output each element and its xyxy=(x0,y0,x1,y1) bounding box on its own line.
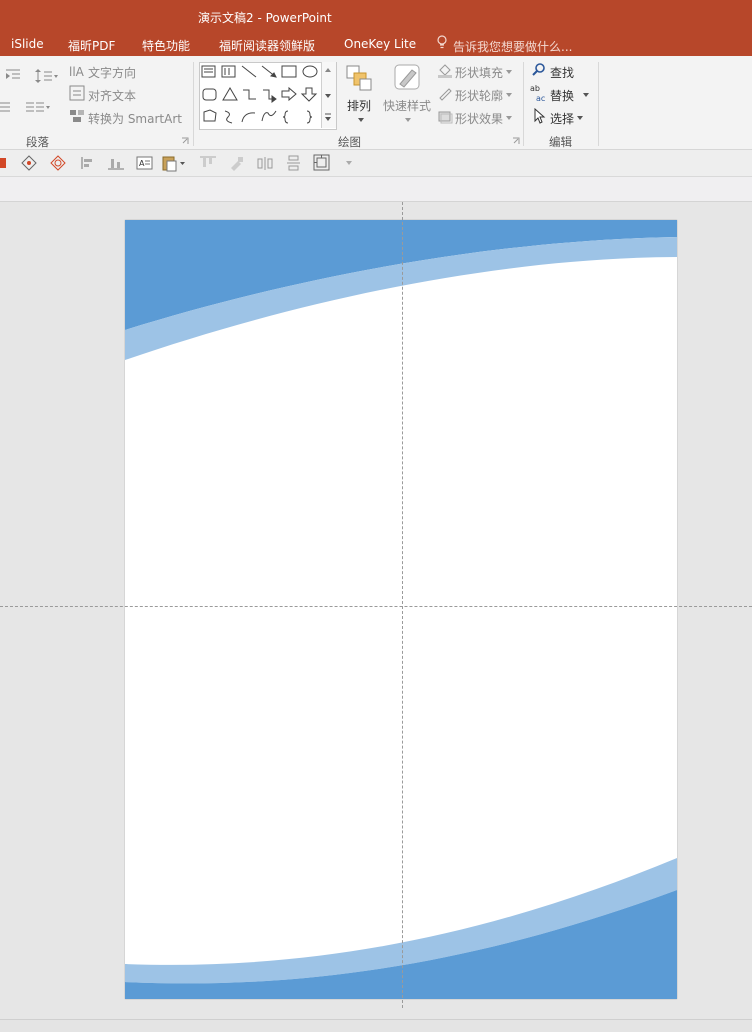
svg-text:A: A xyxy=(139,159,145,168)
color-icon[interactable] xyxy=(0,156,8,170)
shape-fill-dropdown-icon[interactable] xyxy=(505,69,513,75)
arrange-button[interactable]: 排列 xyxy=(347,97,371,114)
convert-smartart-button[interactable]: 转换为 SmartArt xyxy=(88,110,182,127)
line-spacing-icon[interactable] xyxy=(34,68,60,84)
justify-icon[interactable] xyxy=(0,100,12,116)
drawing-launcher-icon[interactable] xyxy=(512,137,520,145)
group-separator xyxy=(598,62,599,146)
tab-special-features[interactable]: 特色功能 xyxy=(142,37,190,54)
align-top-icon[interactable] xyxy=(199,155,217,171)
arrange-dropdown-icon[interactable] xyxy=(357,117,365,123)
align-bottom-icon[interactable] xyxy=(107,155,125,171)
more-icon[interactable] xyxy=(346,160,352,166)
align-text-button[interactable]: 对齐文本 xyxy=(88,87,136,104)
arrange-icon[interactable] xyxy=(345,64,373,92)
move-icon[interactable] xyxy=(21,155,37,171)
distribute-vertical-icon[interactable] xyxy=(285,155,303,171)
shape-outline-dropdown-icon[interactable] xyxy=(505,92,513,98)
indent-icon[interactable] xyxy=(4,68,22,82)
quick-styles-icon[interactable] xyxy=(392,62,422,92)
replace-dropdown-icon[interactable] xyxy=(582,92,590,98)
paragraph-launcher-icon[interactable] xyxy=(181,137,189,145)
shape-fill-button[interactable]: 形状填充 xyxy=(455,64,503,81)
text-direction-icon[interactable]: llA xyxy=(68,62,86,80)
select-dropdown-icon[interactable] xyxy=(576,115,584,121)
rotate-icon[interactable] xyxy=(50,155,66,171)
distribute-horizontal-icon[interactable] xyxy=(256,155,274,171)
svg-text:ab: ab xyxy=(530,84,540,93)
format-painter-icon[interactable] xyxy=(228,155,246,171)
text-box-icon[interactable]: A xyxy=(136,155,154,171)
shape-effects-button[interactable]: 形状效果 xyxy=(455,110,503,127)
align-left-icon[interactable] xyxy=(79,155,95,171)
shapes-gallery-icons[interactable] xyxy=(200,63,320,127)
smartart-icon[interactable] xyxy=(69,108,85,124)
gallery-scroll-arrows-icon[interactable] xyxy=(323,66,333,128)
title-bar: 演示文稿2 - PowerPoint iSlide 福昕PDF 特色功能 福昕阅… xyxy=(0,0,752,56)
text-direction-button[interactable]: 文字方向 xyxy=(88,64,136,81)
replace-button[interactable]: 替换 xyxy=(550,87,574,104)
group-separator xyxy=(193,62,194,146)
replace-icon[interactable]: ab ac xyxy=(529,83,549,103)
slide-canvas[interactable] xyxy=(125,220,677,999)
status-bar xyxy=(0,1019,752,1032)
window-title: 演示文稿2 - PowerPoint xyxy=(198,11,332,25)
tab-islide[interactable]: iSlide xyxy=(11,37,44,51)
shape-effects-dropdown-icon[interactable] xyxy=(505,115,513,121)
tab-foxit-reader-preview[interactable]: 福昕阅读器领鲜版 xyxy=(219,37,315,54)
group-objects-icon[interactable] xyxy=(313,154,331,172)
shape-fill-icon[interactable] xyxy=(437,62,453,78)
shape-effects-icon[interactable] xyxy=(437,108,453,124)
shape-outline-button[interactable]: 形状轮廓 xyxy=(455,87,503,104)
editing-group-label: 编辑 xyxy=(549,135,572,149)
select-cursor-icon[interactable] xyxy=(533,108,547,124)
group-separator xyxy=(523,62,524,146)
vertical-guide[interactable] xyxy=(402,202,403,1008)
tab-foxit-pdf[interactable]: 福昕PDF xyxy=(68,37,115,54)
paste-icon[interactable] xyxy=(161,154,187,172)
quick-toolbar: A xyxy=(0,150,752,177)
ruler-strip xyxy=(0,177,752,202)
drawing-group-label: 绘图 xyxy=(338,135,361,149)
svg-text:ac: ac xyxy=(536,94,545,103)
slide-wave-design[interactable] xyxy=(125,220,677,999)
horizontal-guide[interactable] xyxy=(0,606,752,607)
find-button[interactable]: 查找 xyxy=(550,64,574,81)
columns-icon[interactable] xyxy=(25,100,51,114)
shape-outline-icon[interactable] xyxy=(437,85,453,101)
paragraph-group-label: 段落 xyxy=(26,135,49,149)
ribbon: llA 文字方向 对齐文本 转换为 SmartArt 段落 排列 快速样式 形状… xyxy=(0,56,752,150)
lightbulb-icon[interactable] xyxy=(436,35,448,49)
find-icon[interactable] xyxy=(531,62,547,78)
quick-styles-button[interactable]: 快速样式 xyxy=(383,97,431,114)
svg-text:llA: llA xyxy=(69,65,85,79)
tab-onekey-lite[interactable]: OneKey Lite xyxy=(344,37,416,51)
select-button[interactable]: 选择 xyxy=(550,110,574,127)
quick-styles-dropdown-icon[interactable] xyxy=(404,117,412,123)
align-text-icon[interactable] xyxy=(69,85,85,101)
tell-me-search[interactable]: 告诉我您想要做什么... xyxy=(453,38,572,55)
